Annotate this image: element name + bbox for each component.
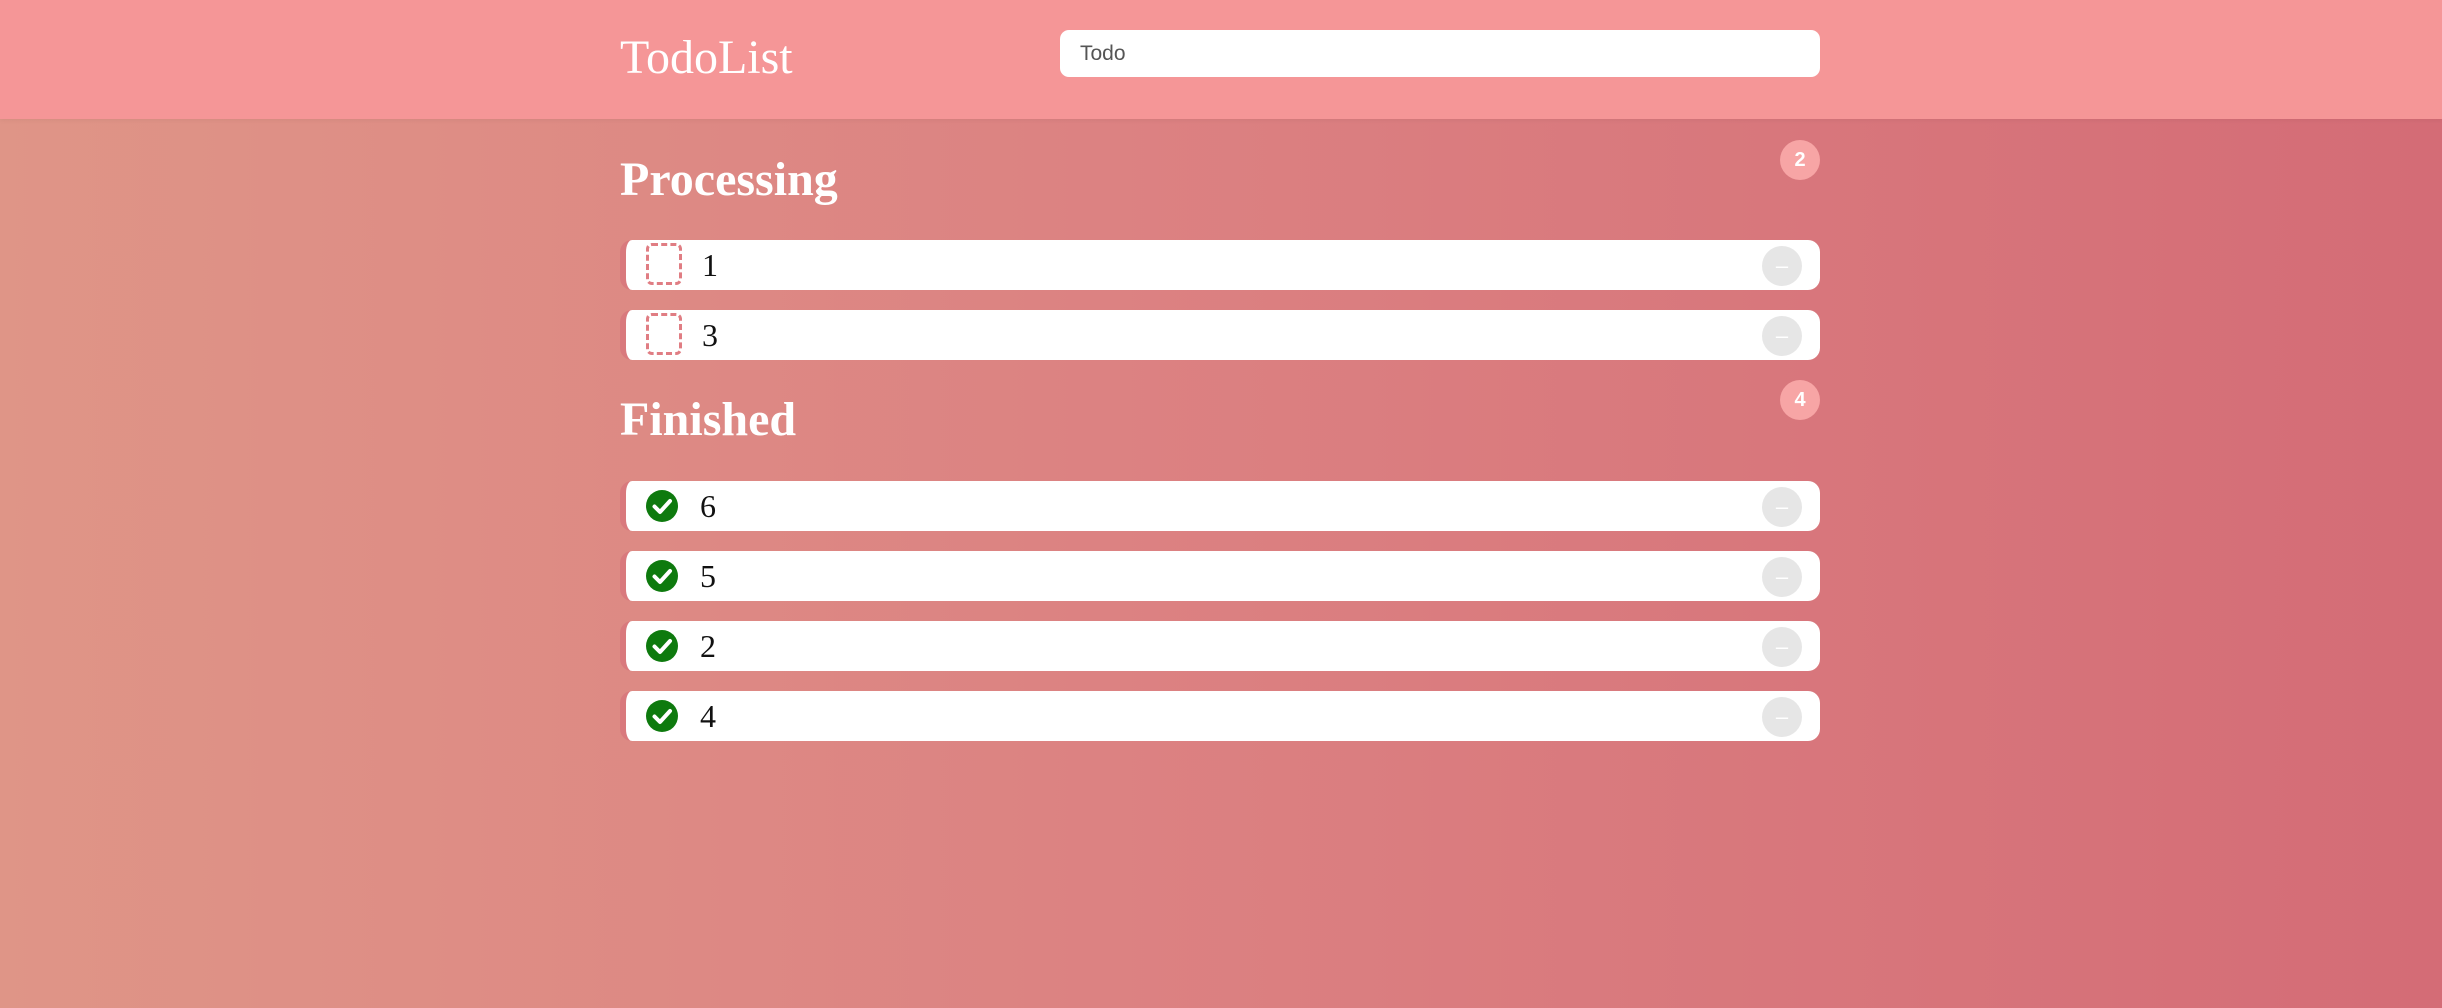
delete-button[interactable]: –: [1762, 697, 1802, 737]
delete-button[interactable]: –: [1762, 627, 1802, 667]
delete-button[interactable]: –: [1762, 246, 1802, 286]
todo-item: 3 –: [620, 310, 1820, 360]
todo-item-text: 1: [702, 247, 718, 283]
todo-input[interactable]: [1060, 30, 1820, 77]
todo-item: 1 –: [620, 240, 1820, 290]
todo-checkbox[interactable]: [646, 243, 682, 285]
check-circle-icon[interactable]: [646, 560, 678, 592]
delete-button[interactable]: –: [1762, 557, 1802, 597]
check-circle-icon[interactable]: [646, 490, 678, 522]
todo-item-text: 3: [702, 317, 718, 353]
app-title: TodoList: [620, 31, 793, 84]
finished-count-badge: 4: [1780, 380, 1820, 420]
todo-item: 5 –: [620, 551, 1820, 601]
finished-title: Finished: [620, 393, 797, 446]
check-circle-icon[interactable]: [646, 700, 678, 732]
todo-item: 2 –: [620, 621, 1820, 671]
delete-button[interactable]: –: [1762, 316, 1802, 356]
todo-item-text: 4: [700, 698, 716, 734]
processing-title: Processing: [620, 153, 838, 206]
app-header: TodoList: [0, 0, 2442, 119]
todo-item: 4 –: [620, 691, 1820, 741]
todo-item-text: 2: [700, 628, 716, 664]
todo-item: 6 –: [620, 481, 1820, 531]
processing-count-badge: 2: [1780, 140, 1820, 180]
finished-list: 6 – 5 – 2 – 4 –: [620, 481, 1820, 761]
delete-button[interactable]: –: [1762, 487, 1802, 527]
processing-list: 1 – 3 –: [620, 240, 1820, 380]
todo-checkbox[interactable]: [646, 313, 682, 355]
check-circle-icon[interactable]: [646, 630, 678, 662]
todo-item-text: 5: [700, 558, 716, 594]
todo-item-text: 6: [700, 488, 716, 524]
